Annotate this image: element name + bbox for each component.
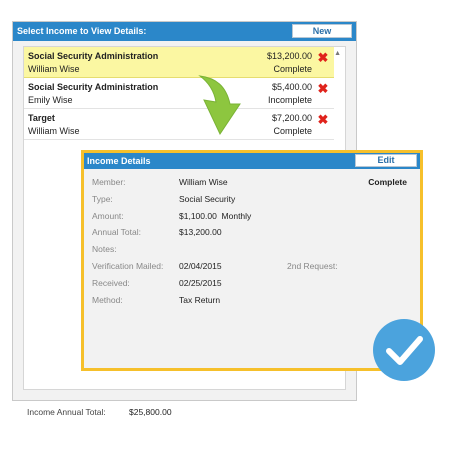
- income-name: Social Security Administration: [28, 82, 159, 92]
- income-amount: $5,400.00: [271, 82, 312, 92]
- type-label: Type:: [92, 194, 113, 204]
- income-name: Social Security Administration: [28, 51, 159, 61]
- chevron-up-icon[interactable]: ▲: [334, 50, 341, 57]
- method-value: Tax Return: [179, 295, 221, 305]
- close-icon[interactable]: ✖: [317, 82, 329, 95]
- income-amount: $7,200.00: [271, 113, 312, 123]
- panel-title: Select Income to View Details:: [17, 26, 147, 36]
- details-title: Income Details: [87, 156, 151, 166]
- income-annual-total-value: $25,800.00: [129, 407, 172, 417]
- income-status: Incomplete: [267, 95, 312, 105]
- annual-total-value: $13,200.00: [179, 227, 222, 237]
- amount-label: Amount:: [92, 211, 124, 221]
- checkmark-icon: [373, 319, 435, 381]
- received-label: Received:: [92, 278, 130, 288]
- income-row[interactable]: Social Security Administration Emily Wis…: [24, 78, 334, 109]
- income-member: William Wise: [28, 64, 80, 74]
- method-label: Method:: [92, 295, 123, 305]
- close-icon[interactable]: ✖: [317, 113, 329, 126]
- edit-button[interactable]: Edit: [355, 154, 417, 167]
- income-amount: $13,200.00: [266, 51, 312, 61]
- arrow-down-icon: [198, 75, 241, 136]
- income-member: William Wise: [28, 126, 80, 136]
- income-name: Target: [28, 113, 55, 123]
- income-member: Emily Wise: [28, 95, 73, 105]
- annual-total-label: Annual Total:: [92, 227, 141, 237]
- member-label: Member:: [92, 177, 126, 187]
- income-status: Complete: [273, 64, 312, 74]
- panel-header: Select Income to View Details: New: [13, 22, 356, 41]
- income-row-selected[interactable]: Social Security Administration William W…: [24, 47, 334, 78]
- new-button[interactable]: New: [292, 24, 352, 38]
- income-annual-total-label: Income Annual Total:: [27, 407, 106, 417]
- status-badge: Complete: [368, 177, 407, 187]
- type-value: Social Security: [179, 194, 236, 204]
- income-row[interactable]: Target William Wise $7,200.00 Complete ✖: [24, 109, 334, 140]
- details-header: Income Details Edit: [84, 153, 420, 169]
- verification-mailed-value: 02/04/2015: [179, 261, 222, 271]
- income-status: Complete: [273, 126, 312, 136]
- received-value: 02/25/2015: [179, 278, 222, 288]
- member-value: William Wise: [179, 177, 228, 187]
- verification-mailed-label: Verification Mailed:: [92, 261, 164, 271]
- second-request-label: 2nd Request:: [287, 261, 338, 271]
- amount-value: $1,100.00 Monthly: [179, 211, 252, 221]
- close-icon[interactable]: ✖: [317, 51, 329, 64]
- notes-label: Notes:: [92, 244, 117, 254]
